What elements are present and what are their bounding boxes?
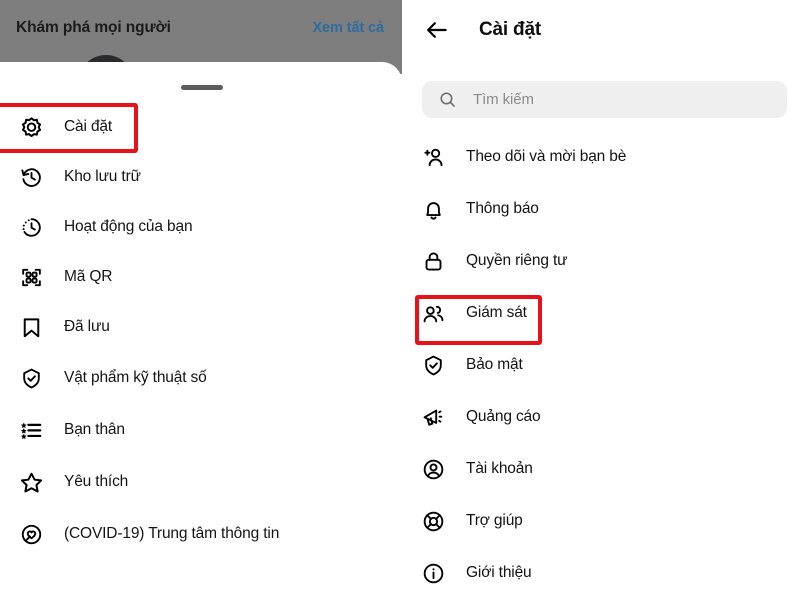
menu-item-label: Bạn thân <box>64 421 125 438</box>
settings-item-notifications[interactable]: Thông báo <box>402 183 800 235</box>
settings-header: Cài đặt <box>402 0 800 60</box>
settings-item-label: Thông báo <box>466 200 539 217</box>
settings-item-follow-invite-friends[interactable]: Theo dõi và mời bạn bè <box>402 131 800 183</box>
menu-item-qr-code[interactable]: Mã QR <box>0 252 402 302</box>
settings-item-security[interactable]: Bảo mật <box>402 339 800 391</box>
menu-item-label: Vật phẩm kỹ thuật số <box>64 369 207 386</box>
settings-item-label: Giới thiệu <box>466 564 532 581</box>
profile-menu-list: Cài đặt Kho lưu trữ Hoạt động của bạn Mã… <box>0 102 402 560</box>
person-add-icon <box>418 142 448 172</box>
menu-item-label: Hoạt động của bạn <box>64 218 193 235</box>
activity-icon <box>16 212 46 242</box>
left-panel-profile-menu: Khám phá mọi người Xem tất cả Cài đặt Kh… <box>0 0 402 600</box>
menu-item-label: Cài đặt <box>64 118 113 135</box>
settings-menu-list: Theo dõi và mời bạn bè Thông báo Quyền r… <box>402 131 800 599</box>
shield-check-icon <box>418 350 448 380</box>
settings-item-label: Tài khoản <box>466 460 533 477</box>
settings-item-account[interactable]: Tài khoản <box>402 443 800 495</box>
settings-item-supervision[interactable]: Giám sát <box>402 287 800 339</box>
bookmark-icon <box>16 312 46 342</box>
menu-item-label: Đã lưu <box>64 318 110 335</box>
info-icon <box>418 558 448 588</box>
menu-item-settings[interactable]: Cài đặt <box>0 102 402 152</box>
see-all-link[interactable]: Xem tất cả <box>312 20 384 36</box>
settings-item-privacy[interactable]: Quyền riêng tư <box>402 235 800 287</box>
discover-people-title: Khám phá mọi người <box>16 19 171 36</box>
menu-item-archive[interactable]: Kho lưu trữ <box>0 152 402 202</box>
menu-item-your-activity[interactable]: Hoạt động của bạn <box>0 202 402 252</box>
menu-item-label: Yêu thích <box>64 473 129 490</box>
lifebuoy-icon <box>418 506 448 536</box>
app-screenshot: Khám phá mọi người Xem tất cả Cài đặt Kh… <box>0 0 800 600</box>
covid-heart-icon <box>16 519 46 549</box>
people-icon <box>418 298 448 328</box>
search-input[interactable]: Tìm kiếm <box>422 81 787 118</box>
menu-item-close-friends[interactable]: Bạn thân <box>0 404 402 456</box>
drag-handle[interactable] <box>181 85 223 90</box>
settings-item-ads[interactable]: Quảng cáo <box>402 391 800 443</box>
shield-check-icon <box>16 363 46 393</box>
settings-item-help[interactable]: Trợ giúp <box>402 495 800 547</box>
star-icon <box>16 467 46 497</box>
search-placeholder: Tìm kiếm <box>473 91 534 108</box>
menu-item-covid-info-center[interactable]: (COVID-19) Trung tâm thông tin <box>0 508 402 560</box>
account-icon <box>418 454 448 484</box>
lock-icon <box>418 246 448 276</box>
settings-item-label: Quyền riêng tư <box>466 252 568 269</box>
page-title: Cài đặt <box>479 19 541 40</box>
settings-item-label: Theo dõi và mời bạn bè <box>466 148 627 165</box>
menu-item-favorites[interactable]: Yêu thích <box>0 456 402 508</box>
discover-people-bar: Khám phá mọi người Xem tất cả <box>0 0 402 56</box>
star-list-icon <box>16 415 46 445</box>
menu-item-label: Kho lưu trữ <box>64 168 141 185</box>
menu-item-label: (COVID-19) Trung tâm thông tin <box>64 525 280 542</box>
right-panel-settings: Cài đặt Tìm kiếm Theo dõi và mời bạn bè … <box>402 0 800 600</box>
menu-item-digital-collectibles[interactable]: Vật phẩm kỹ thuật số <box>0 352 402 404</box>
megaphone-icon <box>418 402 448 432</box>
bottom-sheet: Cài đặt Kho lưu trữ Hoạt động của bạn Mã… <box>0 62 402 600</box>
bell-icon <box>418 194 448 224</box>
menu-item-label: Mã QR <box>64 268 113 285</box>
settings-item-about[interactable]: Giới thiệu <box>402 547 800 599</box>
settings-item-label: Trợ giúp <box>466 512 523 529</box>
search-icon <box>438 90 457 109</box>
archive-icon <box>16 162 46 192</box>
gear-icon <box>16 112 46 142</box>
settings-item-label: Bảo mật <box>466 356 523 373</box>
menu-item-saved[interactable]: Đã lưu <box>0 302 402 352</box>
qr-code-icon <box>16 262 46 292</box>
arrow-left-icon[interactable] <box>420 13 454 47</box>
settings-item-label: Quảng cáo <box>466 408 541 425</box>
settings-item-label: Giám sát <box>466 304 527 321</box>
